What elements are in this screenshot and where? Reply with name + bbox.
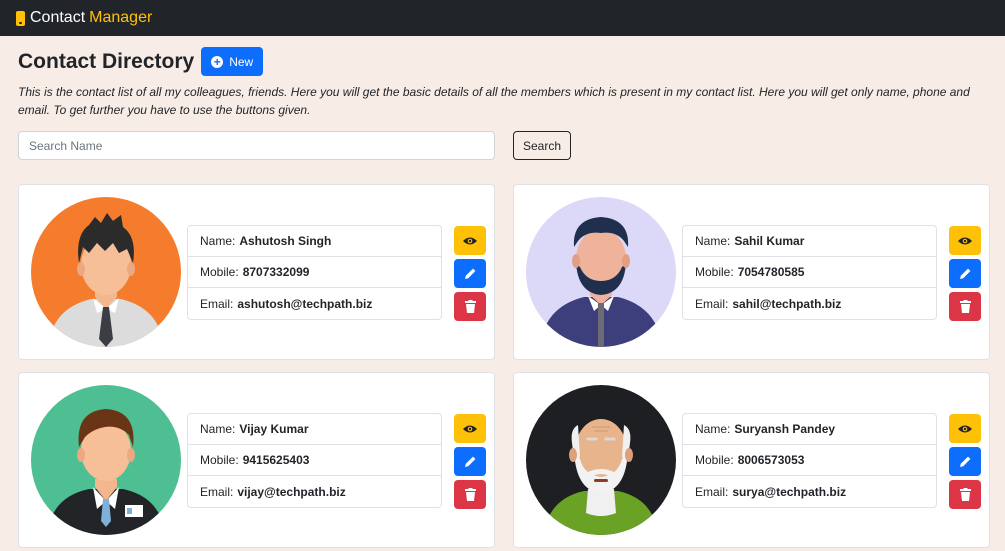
trash-icon [959,300,971,313]
name-label: Name: [695,422,731,436]
contact-actions [454,226,486,321]
trash-icon [464,300,476,313]
contact-mobile-row: Mobile: 9415625403 [188,445,441,476]
mobile-label: Mobile: [200,453,239,467]
avatar [526,197,676,347]
brand-accent-text: Manager [89,9,153,26]
contact-name-row: Name: Vijay Kumar [188,414,441,445]
new-contact-button[interactable]: + New [201,47,264,76]
contact-email: surya@techpath.biz [732,484,847,499]
view-button[interactable] [949,414,981,443]
contact-info: Name: Ashutosh Singh Mobile: 8707332099 … [187,225,442,320]
contact-mobile: 8006573053 [737,453,805,467]
eye-icon [463,425,477,432]
contact-card: Name: Ashutosh Singh Mobile: 8707332099 … [18,184,495,360]
new-button-label: New [229,54,254,69]
email-label: Email: [695,296,729,311]
delete-button[interactable] [949,480,981,509]
pencil-icon [464,456,475,467]
contact-email: vijay@techpath.biz [237,484,346,499]
edit-button[interactable] [949,447,981,476]
brand-text: Contact [30,9,86,26]
view-button[interactable] [454,414,486,443]
contact-name: Sahil Kumar [734,234,805,248]
phone-icon [16,10,25,26]
contact-email-row: Email: sahil@techpath.biz [683,288,936,319]
contact-name: Ashutosh Singh [239,234,332,248]
edit-button[interactable] [454,259,486,288]
contact-mobile: 8707332099 [242,265,310,279]
contact-name-row: Name: Ashutosh Singh [188,226,441,257]
pencil-icon [959,456,970,467]
search-input[interactable] [18,131,495,160]
pencil-icon [464,268,475,279]
trash-icon [959,488,971,501]
contact-info: Name: Sahil Kumar Mobile: 7054780585 Ema… [682,225,937,320]
contact-name-row: Name: Suryansh Pandey [683,414,936,445]
delete-button[interactable] [949,292,981,321]
view-button[interactable] [454,226,486,255]
name-label: Name: [695,234,731,248]
mobile-label: Mobile: [695,453,734,467]
email-label: Email: [200,484,234,499]
contact-name: Vijay Kumar [239,422,309,436]
contact-info: Name: Vijay Kumar Mobile: 9415625403 Ema… [187,413,442,508]
contact-mobile-row: Mobile: 8707332099 [188,257,441,288]
email-label: Email: [695,484,729,499]
view-button[interactable] [949,226,981,255]
contact-card: Name: Suryansh Pandey Mobile: 8006573053… [513,372,990,548]
search-button[interactable]: Search [513,131,571,160]
contact-email: ashutosh@techpath.biz [237,296,373,311]
contact-mobile-row: Mobile: 8006573053 [683,445,936,476]
edit-button[interactable] [949,259,981,288]
contact-actions [949,226,981,321]
mobile-label: Mobile: [200,265,239,279]
contact-email-row: Email: surya@techpath.biz [683,476,936,507]
email-label: Email: [200,296,234,311]
contact-mobile: 7054780585 [737,265,805,279]
name-label: Name: [200,234,236,248]
mobile-label: Mobile: [695,265,734,279]
contact-mobile: 9415625403 [242,453,310,467]
delete-button[interactable] [454,292,486,321]
contact-card: Name: Sahil Kumar Mobile: 7054780585 Ema… [513,184,990,360]
contact-card: Name: Vijay Kumar Mobile: 9415625403 Ema… [18,372,495,548]
contact-info: Name: Suryansh Pandey Mobile: 8006573053… [682,413,937,508]
brand-link[interactable]: Contact Manager [16,9,152,27]
page-description: This is the contact list of all my colle… [18,85,970,117]
contact-email-row: Email: ashutosh@techpath.biz [188,288,441,319]
contact-actions [454,414,486,509]
avatar [526,385,676,535]
contact-email-row: Email: vijay@techpath.biz [188,476,441,507]
edit-button[interactable] [454,447,486,476]
eye-icon [958,237,972,244]
avatar [31,197,181,347]
eye-icon [958,425,972,432]
trash-icon [464,488,476,501]
contact-mobile-row: Mobile: 7054780585 [683,257,936,288]
pencil-icon [959,268,970,279]
eye-icon [463,237,477,244]
name-label: Name: [200,422,236,436]
avatar [31,385,181,535]
navbar: Contact Manager [0,0,1005,36]
contact-actions [949,414,981,509]
contact-email: sahil@techpath.biz [732,296,842,311]
contact-name-row: Name: Sahil Kumar [683,226,936,257]
contact-name: Suryansh Pandey [734,422,836,436]
page-title: Contact Directory [18,49,195,73]
plus-circle-icon: + [211,55,224,68]
heading-row: Contact Directory + New [18,47,264,76]
delete-button[interactable] [454,480,486,509]
